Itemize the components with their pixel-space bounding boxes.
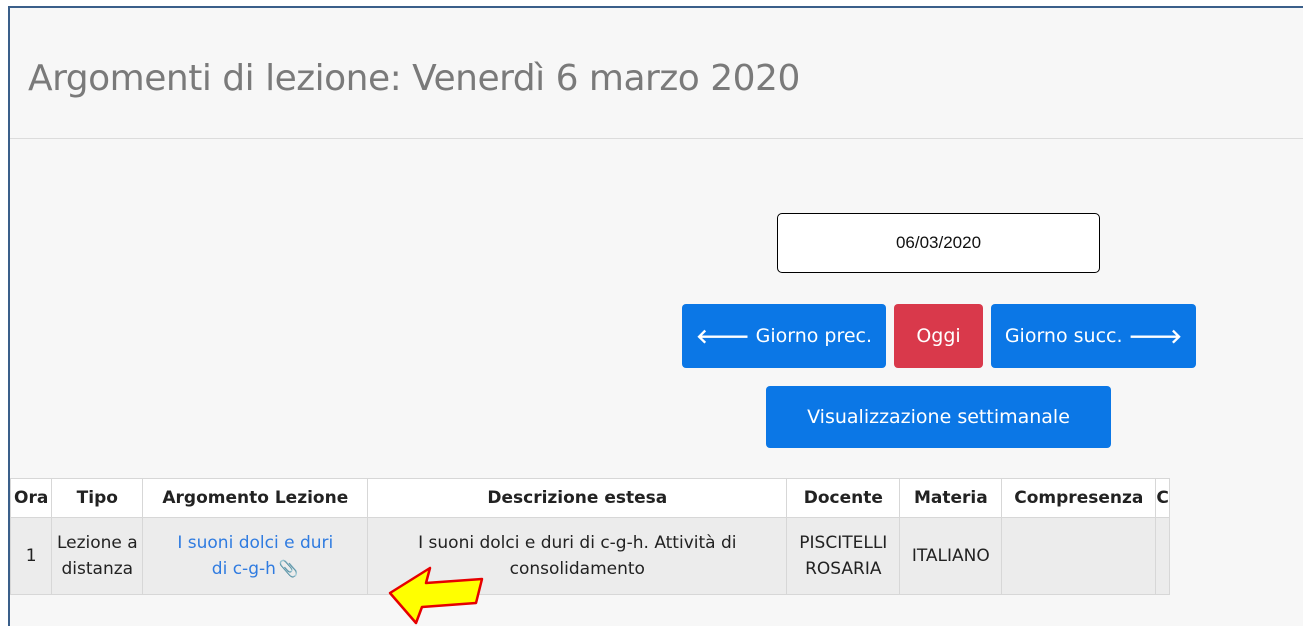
cell-tipo: Lezione a distanza — [51, 517, 144, 595]
tipo-line-1: Lezione a — [56, 533, 138, 553]
prev-day-label: Giorno prec. — [755, 325, 873, 347]
arrow-right-icon: 🡒 — [1128, 324, 1183, 348]
col-ora: Ora — [9, 478, 53, 518]
topic-link[interactable]: I suoni dolci e duri di c-g-h 📎 — [177, 533, 333, 579]
col-descrizione: Descrizione estesa — [367, 478, 788, 518]
table-row: 1 Lezione a distanza I suoni dolci e dur… — [9, 517, 1170, 595]
yellow-arrow-pointer-icon — [388, 566, 484, 625]
docente-line-1: PISCITELLI — [799, 533, 888, 553]
col-materia: Materia — [899, 478, 1003, 518]
lessons-table: Ora Tipo Argomento Lezione Descrizione e… — [9, 478, 1170, 595]
table-header-row: Ora Tipo Argomento Lezione Descrizione e… — [9, 478, 1170, 518]
page-title: Argomenti di lezione: Venerdì 6 marzo 20… — [28, 58, 800, 99]
cell-compresenza — [1001, 517, 1157, 595]
descrizione-line-1: I suoni dolci e duri di c-g-h. Attività … — [418, 533, 737, 553]
col-docente: Docente — [786, 478, 901, 518]
topic-line-1: I suoni dolci e duri — [177, 533, 334, 553]
col-argomento: Argomento Lezione — [142, 478, 369, 518]
cell-ora: 1 — [9, 517, 53, 595]
col-truncated: C — [1155, 478, 1170, 518]
col-compresenza: Compresenza — [1001, 478, 1157, 518]
docente-line-2: ROSARIA — [805, 559, 882, 579]
col-tipo: Tipo — [51, 478, 144, 518]
descrizione-line-2: consolidamento — [509, 559, 645, 579]
tipo-line-2: distanza — [61, 559, 134, 579]
topic-line-2: di c-g-h — [211, 559, 276, 579]
weekly-view-button[interactable]: Visualizzazione settimanale — [766, 386, 1111, 448]
cell-argomento: I suoni dolci e duri di c-g-h 📎 — [142, 517, 369, 595]
cell-materia: ITALIANO — [899, 517, 1003, 595]
today-button[interactable]: Oggi — [894, 304, 983, 368]
cell-docente: PISCITELLI ROSARIA — [786, 517, 901, 595]
prev-day-button[interactable]: 🡐 Giorno prec. — [682, 304, 886, 368]
cell-truncated — [1155, 517, 1170, 595]
weekly-view-label: Visualizzazione settimanale — [807, 406, 1070, 428]
arrow-shape — [388, 566, 484, 625]
next-day-label: Giorno succ. — [1004, 325, 1123, 347]
page-header: Argomenti di lezione: Venerdì 6 marzo 20… — [10, 8, 1303, 139]
paperclip-icon[interactable]: 📎 — [279, 559, 299, 578]
next-day-button[interactable]: Giorno succ. 🡒 — [991, 304, 1196, 368]
today-label: Oggi — [916, 325, 961, 347]
arrow-left-icon: 🡐 — [695, 324, 750, 348]
date-input[interactable]: 06/03/2020 — [777, 213, 1100, 273]
